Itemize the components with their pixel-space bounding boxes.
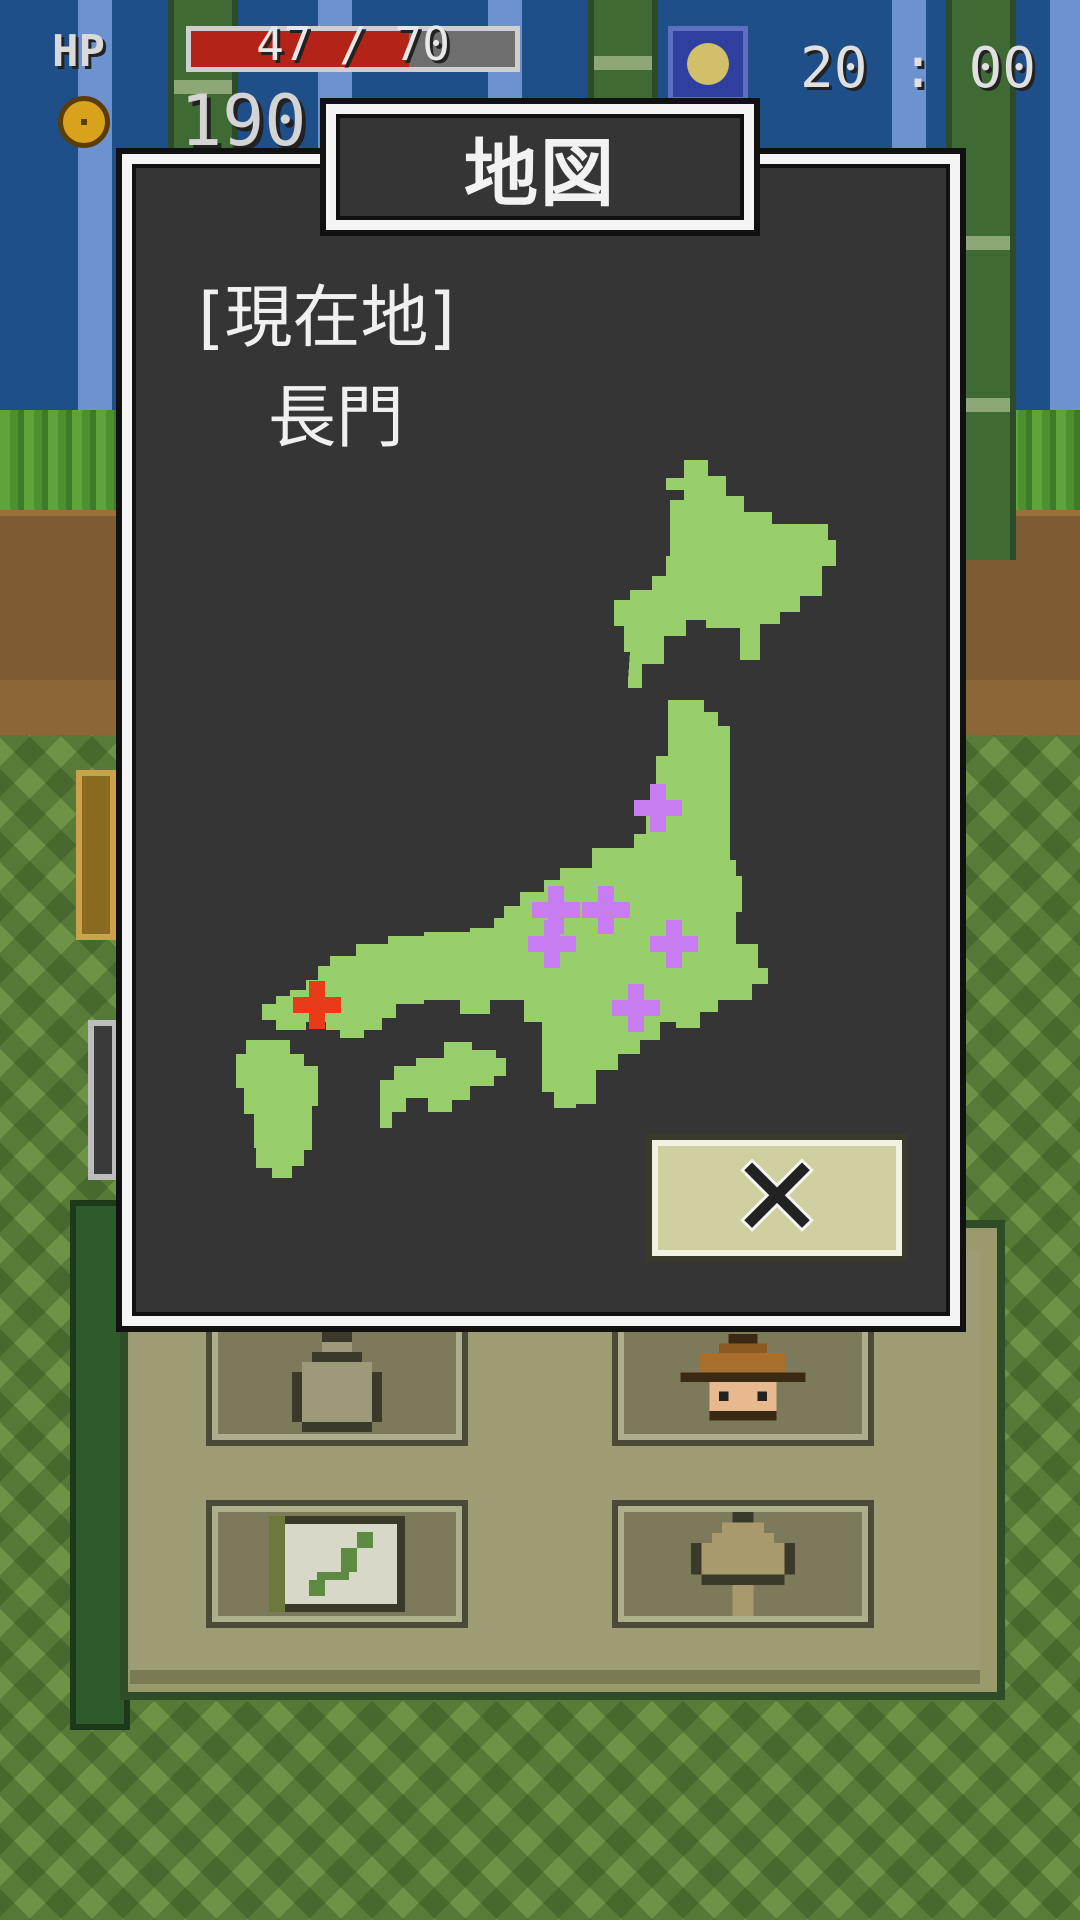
night-moon-icon xyxy=(668,26,748,102)
japan-map-scroll-icon xyxy=(212,1516,462,1612)
dialog-title: 地図 xyxy=(464,130,616,217)
menu-button-home[interactable] xyxy=(612,1500,874,1628)
hp-bar: 47 / 70 xyxy=(186,17,520,72)
bamboo-stalk xyxy=(588,0,658,120)
game-clock: 20 : 00 xyxy=(800,36,1037,101)
game-screen: HP 47 / 70 190 20 : 00 地図 [現在地] 長門 ✕ xyxy=(0,0,1080,1920)
home-signpost-icon xyxy=(618,1512,868,1616)
close-icon: ✕ xyxy=(730,1133,824,1263)
coin-count: 190 xyxy=(180,80,307,162)
hp-value: 47 / 70 xyxy=(256,17,450,71)
side-tab[interactable] xyxy=(76,770,116,940)
close-button[interactable]: ✕ xyxy=(646,1134,908,1262)
menu-button-inventory[interactable] xyxy=(206,1318,468,1446)
money-bag-icon xyxy=(212,1332,462,1432)
hp-label: HP xyxy=(52,26,105,77)
current-location-value: 長門 xyxy=(268,379,405,458)
dialog-title-box: 地図 xyxy=(326,104,754,230)
menu-button-map[interactable] xyxy=(206,1500,468,1628)
current-location-label: [現在地] xyxy=(198,279,456,358)
sky-stripe xyxy=(1050,0,1080,420)
mon-coin-icon xyxy=(58,96,110,148)
side-tab[interactable] xyxy=(88,1020,118,1180)
straw-hat-icon xyxy=(618,1334,868,1426)
menu-button-status[interactable] xyxy=(612,1318,874,1446)
